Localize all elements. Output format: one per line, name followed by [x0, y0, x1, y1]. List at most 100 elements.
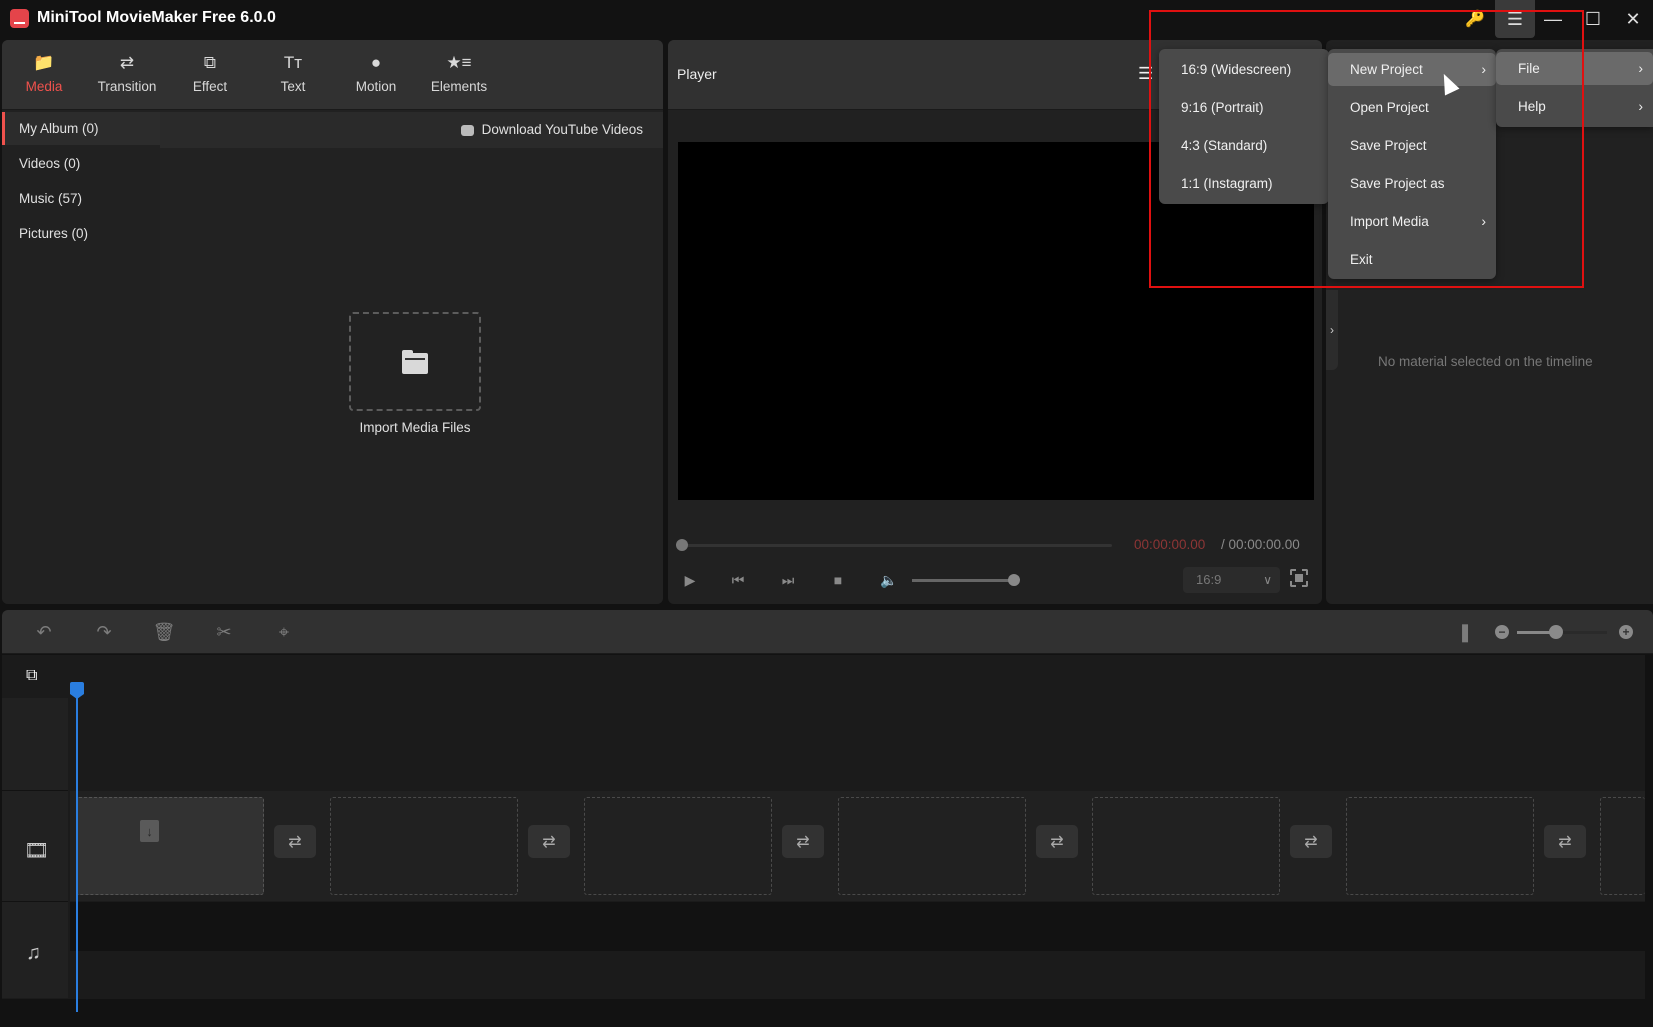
media-panel: 📁 Media ⇄ Transition ⧉ Effect Tт Text ● …: [2, 40, 663, 604]
tab-media[interactable]: 📁 Media: [2, 40, 86, 110]
film-strip-icon: 🎞: [24, 840, 50, 862]
fit-timeline-button[interactable]: ❚: [1450, 610, 1480, 654]
transition-slot-button[interactable]: ⇄: [1290, 825, 1332, 858]
tab-label: Motion: [355, 79, 397, 94]
menu-item-import-media[interactable]: Import Media ›: [1328, 205, 1496, 238]
tab-transition[interactable]: ⇄ Transition: [85, 40, 169, 110]
split-button[interactable]: ✂: [209, 610, 239, 654]
aspect-ratio-value: 16:9: [1196, 572, 1222, 587]
fullscreen-button[interactable]: [1290, 569, 1308, 587]
menu-item-help[interactable]: Help ›: [1496, 90, 1653, 123]
volume-button[interactable]: 🔈: [878, 570, 900, 590]
youtube-download-icon: [460, 124, 474, 136]
tab-label: Text: [280, 79, 306, 94]
clip-slot[interactable]: [76, 797, 264, 895]
menu-label: Help: [1518, 99, 1546, 114]
undo-button[interactable]: ↶: [29, 610, 59, 654]
chevron-down-icon: ∨: [1263, 573, 1272, 587]
redo-icon: ↷: [96, 621, 112, 642]
clip-slot[interactable]: [330, 797, 518, 895]
menu-item-file[interactable]: File ›: [1496, 52, 1653, 85]
maximize-button[interactable]: ☐: [1573, 0, 1613, 38]
crop-button[interactable]: ⌖: [269, 610, 299, 654]
stop-button[interactable]: ■: [828, 570, 848, 590]
tab-label: Transition: [97, 79, 157, 94]
zoom-out-button[interactable]: −: [1495, 625, 1509, 639]
progress-knob[interactable]: [676, 539, 688, 551]
layers-icon[interactable]: ☰: [1138, 64, 1153, 84]
volume-icon: 🔈: [880, 571, 898, 588]
zoom-in-button[interactable]: +: [1619, 625, 1633, 639]
menu-item-portrait[interactable]: 9:16 (Portrait): [1159, 91, 1329, 124]
audio-track[interactable]: [70, 902, 1645, 951]
volume-slider[interactable]: [912, 579, 1017, 582]
timeline-toolbar: ↶ ↷ 🗑 ✂ ⌖ ❚: [2, 610, 1653, 654]
clip-slot[interactable]: [838, 797, 1026, 895]
minus-icon: −: [1498, 625, 1506, 639]
aspect-ratio-select[interactable]: 16:9 ∨: [1183, 567, 1280, 593]
tab-elements[interactable]: ★≡ Elements: [417, 40, 501, 110]
menu-item-instagram[interactable]: 1:1 (Instagram): [1159, 167, 1329, 200]
motion-ball-icon: ●: [370, 53, 382, 72]
tab-label: Elements: [430, 79, 488, 94]
clip-slot[interactable]: [1346, 797, 1534, 895]
title-bar: MiniTool MovieMaker Free 6.0.0 🔑 ☰ — ☐ ✕: [0, 0, 1653, 38]
sidebar-item-pictures[interactable]: Pictures (0): [2, 217, 160, 250]
import-media-button[interactable]: [349, 312, 481, 411]
folder-icon: 📁: [33, 53, 55, 72]
menu-item-save-project[interactable]: Save Project: [1328, 129, 1496, 162]
crop-icon: ⌖: [278, 621, 290, 642]
sidebar-item-music[interactable]: Music (57): [2, 182, 160, 215]
transition-slot-button[interactable]: ⇄: [1544, 825, 1586, 858]
overlay-track[interactable]: [70, 698, 1645, 790]
next-frame-button[interactable]: ⏭: [778, 570, 798, 590]
menu-item-save-project-as[interactable]: Save Project as: [1328, 167, 1496, 200]
chevron-right-icon: ›: [1481, 61, 1486, 77]
tab-motion[interactable]: ● Motion: [334, 40, 418, 110]
tab-label: Media: [25, 79, 63, 94]
play-button[interactable]: ▶: [680, 570, 700, 590]
minimize-button[interactable]: —: [1533, 0, 1573, 38]
skip-back-icon: ⏮: [731, 571, 745, 588]
previous-frame-button[interactable]: ⏮: [728, 570, 748, 590]
timeline-ruler[interactable]: [2, 655, 1645, 698]
menu-item-open-project[interactable]: Open Project: [1328, 91, 1496, 124]
tab-text[interactable]: Tт Text: [251, 40, 335, 110]
collapse-panel-button[interactable]: ›: [1326, 290, 1338, 370]
chevron-right-icon: ›: [1330, 323, 1334, 337]
sidebar-item-videos[interactable]: Videos (0): [2, 147, 160, 180]
menu-item-new-project[interactable]: New Project ›: [1328, 53, 1496, 86]
menu-item-exit[interactable]: Exit: [1328, 243, 1496, 276]
download-youtube-button[interactable]: Download YouTube Videos: [460, 112, 643, 148]
timeline-zoom-knob[interactable]: [1549, 625, 1563, 639]
transition-slot-button[interactable]: ⇄: [1036, 825, 1078, 858]
menu-item-widescreen[interactable]: 16:9 (Widescreen): [1159, 53, 1329, 86]
clip-slot[interactable]: [1092, 797, 1280, 895]
transition-slot-button[interactable]: ⇄: [528, 825, 570, 858]
tab-effect[interactable]: ⧉ Effect: [168, 40, 252, 110]
no-material-text: No material selected on the timeline: [1378, 354, 1593, 369]
new-project-submenu: 16:9 (Widescreen) 9:16 (Portrait) 4:3 (S…: [1159, 49, 1329, 204]
close-button[interactable]: ✕: [1613, 0, 1653, 38]
add-track-button[interactable]: ⧉: [26, 667, 46, 687]
hamburger-menu-button[interactable]: ☰: [1495, 0, 1535, 38]
delete-button[interactable]: 🗑: [149, 610, 179, 654]
menu-label: File: [1518, 61, 1540, 76]
clip-slot[interactable]: [584, 797, 772, 895]
sidebar-item-my-album[interactable]: My Album (0): [2, 112, 160, 145]
progress-slider[interactable]: [682, 544, 1112, 547]
timeline: ⧉ 🎞 ♫ ↓ ⇄ ⇄ ⇄ ⇄ ⇄ ⇄: [2, 655, 1645, 1023]
stacked-squares-icon: ⧉: [203, 53, 217, 72]
menu-label: Import Media: [1350, 214, 1429, 229]
key-icon[interactable]: 🔑: [1455, 0, 1495, 38]
swap-arrows-icon: ⇄: [288, 833, 302, 851]
menu-item-standard[interactable]: 4:3 (Standard): [1159, 129, 1329, 162]
transition-slot-button[interactable]: ⇄: [782, 825, 824, 858]
audio-track-lower[interactable]: [70, 951, 1645, 999]
clip-slot[interactable]: [1600, 797, 1645, 895]
volume-knob[interactable]: [1008, 574, 1020, 586]
transition-slot-button[interactable]: ⇄: [274, 825, 316, 858]
folder-icon: [402, 349, 428, 374]
menu-label: New Project: [1350, 62, 1423, 77]
redo-button[interactable]: ↷: [89, 610, 119, 654]
